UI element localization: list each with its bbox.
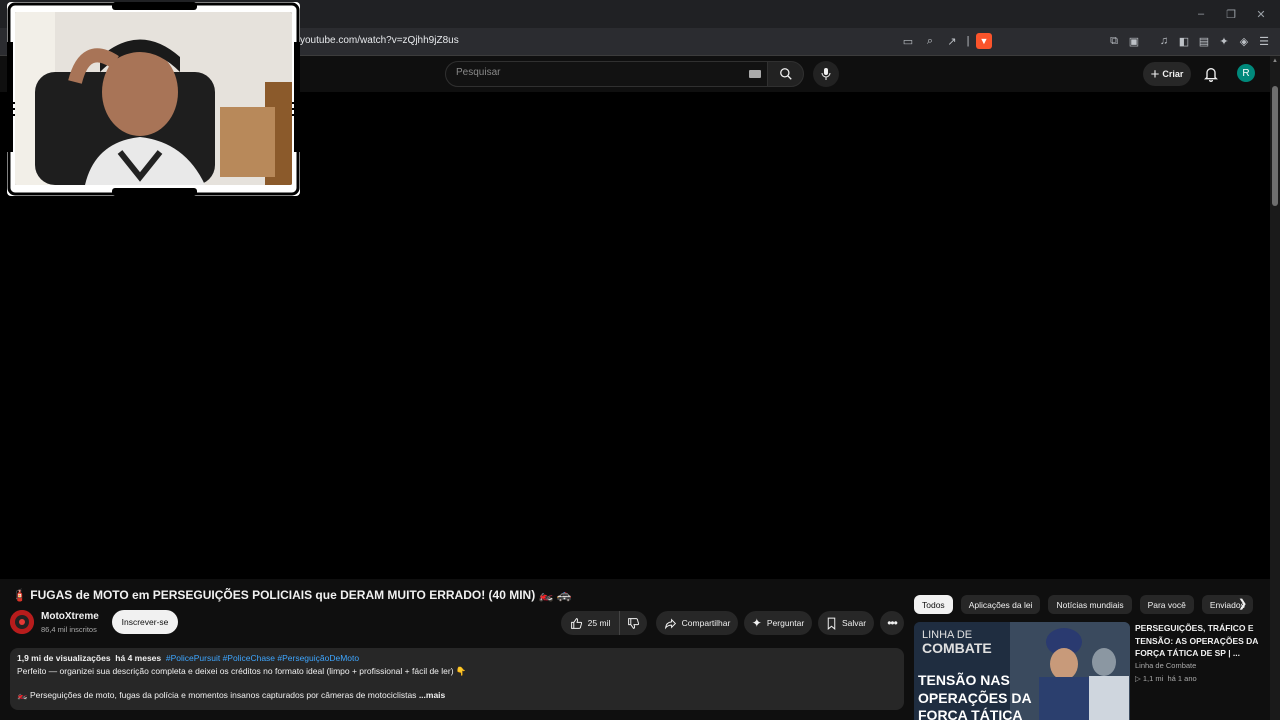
vpn-shield-icon[interactable]: ◈	[1236, 33, 1252, 49]
chip-para-voce[interactable]: Para você	[1139, 595, 1194, 614]
media-icon[interactable]: ♫	[1156, 33, 1172, 49]
thumb-text-2: OPERAÇÕES DA	[918, 689, 1032, 706]
share-page-icon[interactable]: ↗	[944, 33, 960, 49]
scrollbar-thumb[interactable]	[1272, 86, 1278, 206]
description-line-2: 🏍️ Perseguições de moto, fugas da políci…	[17, 690, 445, 701]
description-box[interactable]: 1,9 mi de visualizações há 4 meses #Poli…	[10, 648, 904, 710]
share-button[interactable]: Compartilhar	[656, 611, 738, 635]
menu-icon[interactable]: ☰	[1256, 33, 1272, 49]
recommendation-thumbnail[interactable]: LINHA DE COMBATE TENSÃO NAS OPERAÇÕES DA…	[914, 622, 1130, 720]
bookmark-icon	[827, 617, 836, 630]
subscribe-button[interactable]: Inscrever-se	[112, 610, 178, 634]
voice-search-button[interactable]	[813, 61, 839, 87]
view-count: 1,9 mi de visualizações	[17, 653, 111, 663]
filter-chips: Todos Aplicações da lei Notícias mundiai…	[914, 595, 1253, 614]
description-line-1: Perfeito — organizei sua descrição compl…	[17, 666, 467, 676]
thumb-logo-bottom: COMBATE	[922, 640, 992, 656]
subscriber-count: 86,4 mil inscritos	[41, 625, 97, 634]
webcam-person-image	[15, 12, 292, 185]
sidebar-icon[interactable]: ◧	[1176, 33, 1192, 49]
recommendation-age: há 1 ano	[1167, 674, 1197, 683]
url-field[interactable]: youtube.com/watch?v=zQjhh9jZ8us	[300, 35, 459, 46]
window-controls: – ❐ ✕	[1188, 4, 1274, 24]
like-count: 25 mil	[587, 618, 611, 628]
show-more-link[interactable]: ...mais	[419, 690, 445, 700]
channel-name[interactable]: MotoXtreme	[41, 611, 99, 622]
close-button[interactable]: ✕	[1248, 4, 1274, 24]
save-button[interactable]: Salvar	[818, 611, 874, 635]
recommendation-views: 1,1 mi	[1142, 674, 1164, 683]
microphone-icon	[821, 68, 831, 80]
wallet-icon[interactable]: ▤	[1196, 33, 1212, 49]
create-label: Criar	[1162, 69, 1184, 79]
channel-logo-icon	[10, 610, 34, 634]
extensions-icon[interactable]: ⧉	[1106, 33, 1122, 49]
webcam-overlay	[7, 2, 300, 196]
recommendation-thumbnail-image: LINHA DE COMBATE TENSÃO NAS OPERAÇÕES DA…	[914, 622, 1130, 720]
zoom-icon[interactable]: ⌕	[922, 33, 938, 49]
share-label: Compartilhar	[681, 618, 731, 628]
more-horizontal-icon: •••	[887, 616, 898, 630]
channel-avatar[interactable]	[10, 610, 34, 634]
address-bar-icons: ▭ ⌕ ↗ | ▼	[900, 33, 992, 49]
restore-button[interactable]: ❐	[1218, 4, 1244, 24]
separator: |	[966, 35, 970, 47]
more-actions-button[interactable]: •••	[880, 611, 904, 635]
description-meta: 1,9 mi de visualizações há 4 meses #Poli…	[17, 653, 359, 663]
search-input[interactable]	[456, 67, 736, 78]
hashtags[interactable]: #PolicePursuit #PoliceChase #Perseguição…	[166, 653, 359, 663]
chip-aplicacoes-da-lei[interactable]: Aplicações da lei	[960, 595, 1041, 614]
plus-icon: +	[1150, 65, 1160, 83]
upload-age: há 4 meses	[115, 653, 162, 663]
separator	[1146, 33, 1152, 49]
chevron-right-icon[interactable]: ❯	[1238, 597, 1247, 610]
tab-search-icon[interactable]: ▣	[1126, 33, 1142, 49]
thumbs-down-icon	[628, 617, 640, 629]
leo-ai-icon[interactable]: ✦	[1216, 33, 1232, 49]
share-arrow-icon	[664, 618, 676, 629]
ask-button[interactable]: ✦ Perguntar	[744, 611, 812, 635]
dislike-button[interactable]	[619, 611, 647, 635]
scroll-up-arrow-icon[interactable]: ▲	[1272, 58, 1278, 64]
chip-todos[interactable]: Todos	[914, 595, 953, 614]
extension-icons: ⧉ ▣ ♫ ◧ ▤ ✦ ◈ ☰	[1106, 33, 1272, 49]
search-button[interactable]	[767, 61, 804, 87]
ask-label: Perguntar	[766, 618, 805, 628]
save-label: Salvar	[841, 618, 867, 628]
brave-shields-icon[interactable]: ▼	[976, 33, 992, 49]
minimize-button[interactable]: –	[1188, 4, 1214, 24]
video-title: 🧯 FUGAS de MOTO em PERSEGUIÇÕES POLICIAI…	[12, 588, 572, 602]
page-scrollbar[interactable]: ▲	[1270, 56, 1280, 720]
play-icon: ▷	[1135, 674, 1141, 683]
create-button[interactable]: + Criar	[1143, 62, 1191, 86]
description-line-2-text: 🏍️ Perseguições de moto, fugas da políci…	[17, 690, 417, 700]
notifications-bell-icon[interactable]	[1203, 65, 1219, 83]
search-box	[445, 61, 768, 87]
recommendation-channel[interactable]: Linha de Combate	[1135, 661, 1196, 670]
like-button[interactable]: 25 mil	[561, 611, 619, 635]
cast-icon[interactable]: ▭	[900, 33, 916, 49]
recommendation-title[interactable]: PERSEGUIÇÕES, TRÁFICO E TENSÃO: AS OPERA…	[1135, 622, 1265, 660]
recommendation-stats: ▷ 1,1 mi há 1 ano	[1135, 674, 1197, 683]
watch-metadata: 🧯 FUGAS de MOTO em PERSEGUIÇÕES POLICIAI…	[0, 579, 1270, 720]
thumbs-up-icon	[570, 617, 582, 629]
sparkle-icon: ✦	[751, 616, 762, 630]
keyboard-icon[interactable]	[749, 70, 761, 78]
thumb-text-3: FORÇA TÁTICA	[918, 707, 1022, 720]
chip-noticias-mundiais[interactable]: Notícias mundiais	[1048, 595, 1132, 614]
user-avatar[interactable]: R	[1237, 64, 1255, 82]
search-icon	[779, 68, 792, 80]
thumb-text-1: TENSÃO NAS	[918, 671, 1010, 688]
webcam-video	[15, 12, 292, 185]
